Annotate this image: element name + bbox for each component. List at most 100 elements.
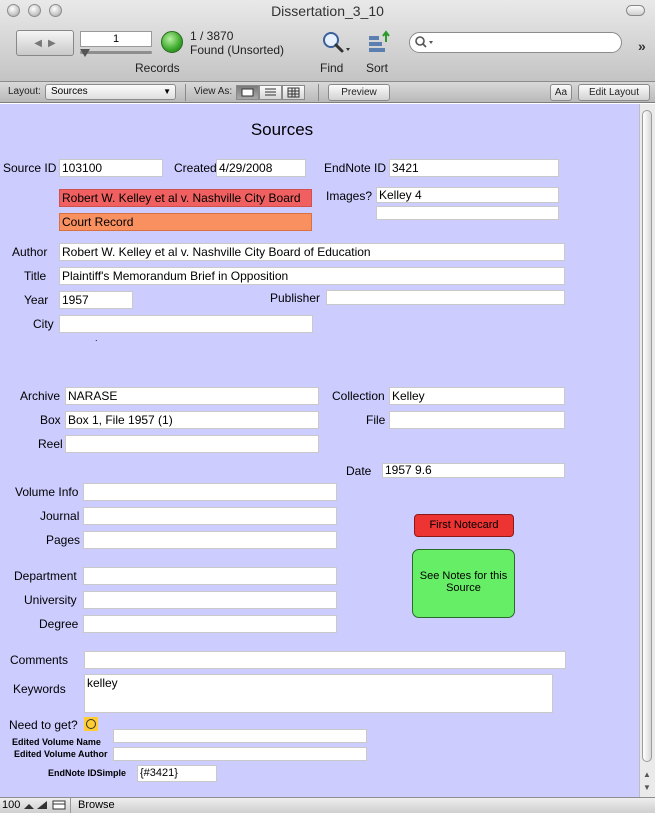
toolbar-overflow-icon[interactable]: » — [638, 38, 646, 54]
journal-field[interactable] — [83, 507, 337, 525]
stray-mark: . — [95, 333, 98, 343]
file-label: File — [366, 413, 386, 427]
found-status: Found (Unsorted) — [190, 43, 285, 57]
layout-select[interactable]: Sources ▼ — [45, 84, 176, 100]
table-view-icon — [287, 87, 300, 98]
find-label[interactable]: Find — [320, 61, 343, 75]
author-label: Author — [12, 245, 48, 259]
layout-select-value: Sources — [51, 86, 88, 97]
endnote-idsimple-field[interactable]: {#3421} — [137, 765, 217, 782]
degree-label: Degree — [39, 617, 79, 631]
page-title: Sources — [250, 120, 314, 139]
edited-volume-name-field[interactable] — [113, 729, 367, 743]
record-slider[interactable] — [80, 51, 152, 54]
university-field[interactable] — [83, 591, 337, 609]
first-notecard-button[interactable]: First Notecard — [414, 514, 514, 537]
preview-button[interactable]: Preview — [328, 84, 390, 101]
toolbar-toggle-button[interactable] — [626, 5, 645, 16]
archive-field[interactable]: NARASE — [65, 387, 319, 405]
file-field[interactable] — [389, 411, 565, 429]
comments-field[interactable] — [84, 651, 566, 669]
next-record-icon[interactable]: ▶ — [48, 38, 56, 49]
source-id-field[interactable]: 103100 — [59, 159, 163, 177]
record-navigator[interactable]: ◀ ▶ — [16, 30, 74, 56]
zoom-in-icon[interactable] — [36, 800, 48, 810]
search-icon[interactable] — [414, 35, 436, 49]
see-notes-label-line2: Source — [446, 582, 481, 594]
layout-bar: Layout: Sources ▼ View As: Preview Aa Ed… — [0, 82, 655, 103]
text-format-button[interactable]: Aa — [550, 84, 572, 101]
edited-volume-name-label: Edited Volume Name — [12, 737, 101, 747]
record-count: 1 / 3870 — [190, 29, 234, 43]
endnote-idsimple-label: EndNote IDSimple — [48, 768, 127, 778]
endnote-id-field[interactable]: 3421 — [389, 159, 559, 177]
city-field[interactable] — [59, 315, 313, 333]
year-field[interactable]: 1957 — [59, 291, 133, 309]
pages-label: Pages — [46, 533, 81, 547]
window-toolbar: Dissertation_3_10 ◀ ▶ 1 1 / 3870 Found (… — [0, 0, 655, 82]
university-label: University — [24, 593, 77, 607]
record-slider-thumb[interactable] — [80, 49, 90, 57]
images-field[interactable]: Kelley 4 — [376, 187, 559, 203]
records-label: Records — [135, 61, 180, 75]
keywords-label: Keywords — [13, 682, 66, 696]
divider — [318, 84, 319, 101]
degree-field[interactable] — [83, 615, 337, 633]
record-status-icon — [161, 31, 183, 53]
view-as-form-button[interactable] — [236, 85, 259, 100]
volume-info-label: Volume Info — [15, 485, 79, 499]
scroll-up-icon[interactable]: ▲ — [641, 770, 653, 779]
box-label: Box — [40, 413, 61, 427]
date-label: Date — [346, 464, 372, 478]
date-field[interactable]: 1957 9.6 — [382, 463, 565, 478]
collection-field[interactable]: Kelley — [389, 387, 565, 405]
find-icon[interactable] — [320, 30, 352, 56]
department-field[interactable] — [83, 567, 337, 585]
images-field-2[interactable] — [376, 206, 559, 220]
scroll-down-icon[interactable]: ▼ — [641, 783, 653, 792]
edit-layout-button[interactable]: Edit Layout — [578, 84, 650, 101]
keywords-field[interactable]: kelley — [84, 674, 553, 713]
comments-label: Comments — [10, 653, 69, 667]
created-field[interactable]: 4/29/2008 — [216, 159, 306, 177]
view-as-table-button[interactable] — [282, 85, 305, 100]
source-title-highlight[interactable]: Robert W. Kelley et al v. Nashville City… — [59, 189, 312, 207]
radio-icon — [86, 719, 96, 729]
status-bar: 100 Browse — [0, 797, 655, 813]
reel-field[interactable] — [65, 435, 319, 453]
source-id-label: Source ID — [3, 161, 57, 175]
edited-volume-author-field[interactable] — [113, 747, 367, 761]
need-to-get-label: Need to get? — [9, 718, 78, 732]
current-record-input[interactable]: 1 — [80, 31, 152, 47]
reel-label: Reel — [38, 437, 63, 451]
box-field[interactable]: Box 1, File 1957 (1) — [65, 411, 319, 429]
window-title: Dissertation_3_10 — [271, 3, 384, 19]
edited-volume-author-label: Edited Volume Author — [14, 749, 108, 759]
scrollbar-thumb[interactable] — [642, 110, 652, 762]
author-field[interactable]: Robert W. Kelley et al v. Nashville City… — [59, 243, 565, 261]
volume-info-field[interactable] — [83, 483, 337, 501]
sort-icon[interactable] — [366, 30, 394, 56]
pages-field[interactable] — [83, 531, 337, 549]
mode-label[interactable]: Browse — [78, 799, 115, 811]
sort-label[interactable]: Sort — [366, 61, 388, 75]
department-label: Department — [14, 569, 77, 583]
previous-record-icon[interactable]: ◀ — [34, 38, 42, 49]
title-field[interactable]: Plaintiff's Memorandum Brief in Oppositi… — [59, 267, 565, 285]
publisher-field[interactable] — [326, 290, 565, 305]
toggle-status-area-icon[interactable] — [52, 800, 66, 810]
record-type-field[interactable]: Court Record — [59, 213, 312, 231]
search-input[interactable] — [409, 32, 622, 53]
layout-label: Layout: — [8, 86, 41, 97]
view-as-label: View As: — [194, 86, 233, 97]
year-label: Year — [24, 293, 49, 307]
collection-label: Collection — [332, 389, 385, 403]
zoom-level[interactable]: 100 — [2, 799, 20, 811]
see-notes-button[interactable]: See Notes for this Source — [412, 549, 515, 618]
title-label: Title — [24, 269, 47, 283]
view-as-list-button[interactable] — [259, 85, 282, 100]
zoom-out-icon[interactable] — [23, 800, 35, 810]
endnote-id-label: EndNote ID — [324, 161, 387, 175]
images-label: Images? — [326, 189, 373, 203]
need-to-get-checkbox[interactable] — [84, 717, 98, 731]
